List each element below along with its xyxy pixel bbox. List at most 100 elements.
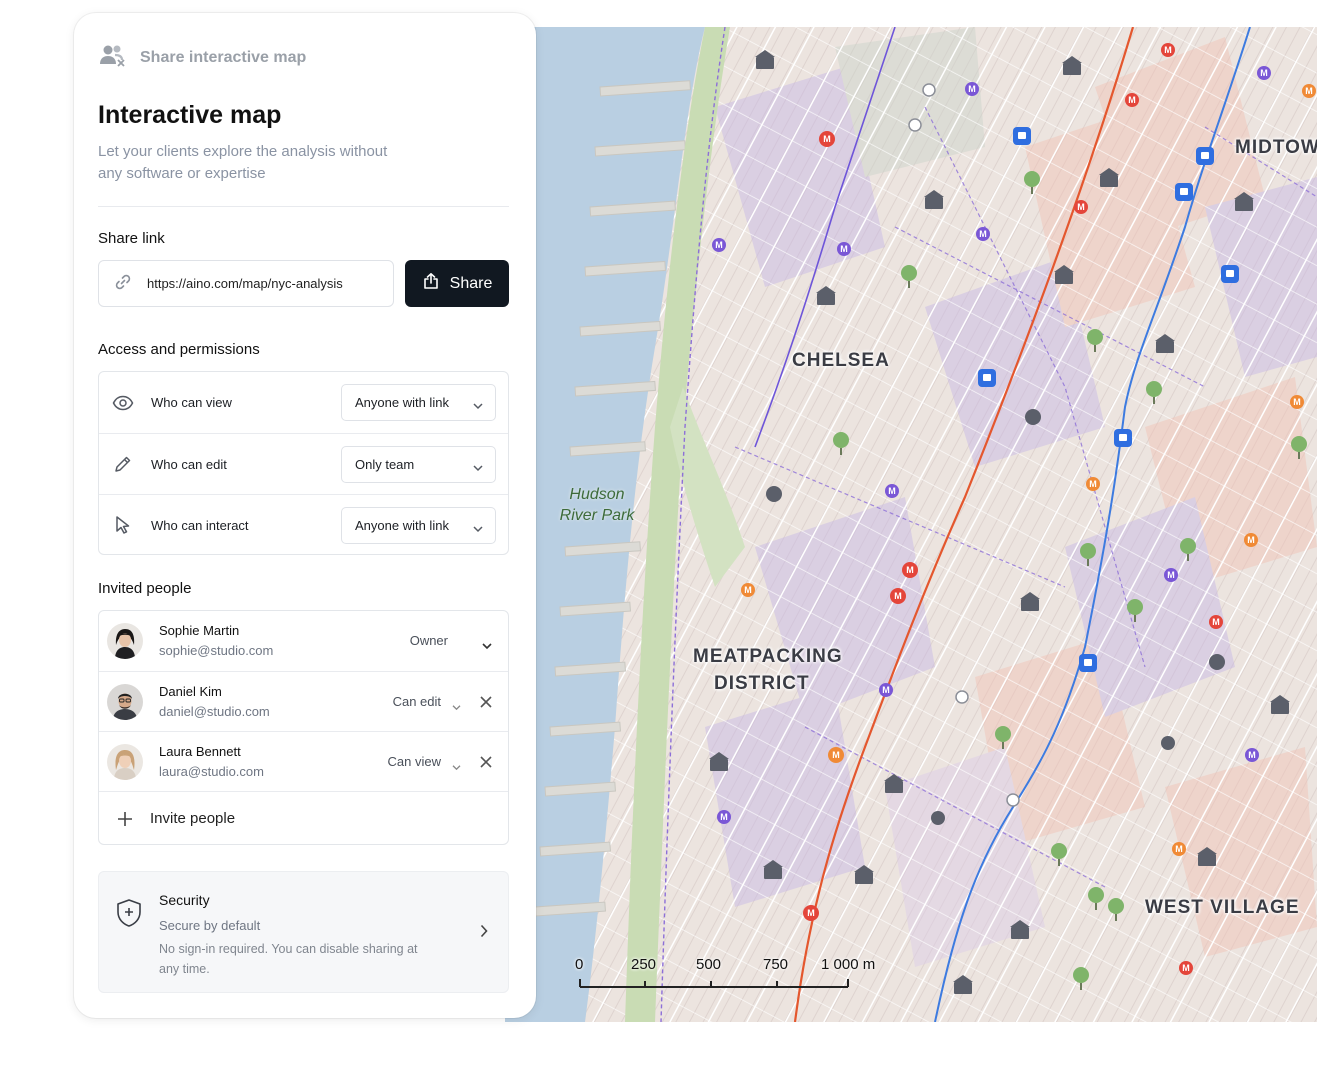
invited-people-list: Sophie Martin sophie@studio.com Owner Da… — [98, 610, 509, 845]
scale-label-750: 750 — [763, 956, 789, 973]
chevron-down-icon[interactable] — [451, 698, 462, 716]
permission-row-view: Who can view Anyone with link — [99, 372, 508, 433]
person-email: sophie@studio.com — [159, 643, 274, 658]
map-label-district: DISTRICT — [714, 673, 810, 694]
park-label-line-1: Hudson — [569, 486, 625, 503]
park-label-line-2: River Park — [559, 507, 635, 524]
person-email: daniel@studio.com — [159, 704, 270, 719]
role-select[interactable]: Can view — [388, 754, 441, 769]
cursor-icon — [111, 513, 135, 537]
security-subtitle: Secure by default — [159, 918, 261, 933]
map-label-chelsea: CHELSEA — [792, 350, 890, 371]
svg-text:M: M — [823, 134, 831, 144]
select-value: Anyone with link — [355, 395, 449, 410]
share-link-value: https://aino.com/map/nyc-analysis — [147, 276, 343, 291]
svg-text:M: M — [840, 244, 848, 254]
map-label-west-village: WEST VILLAGE — [1145, 897, 1300, 918]
svg-text:M: M — [1260, 68, 1268, 78]
select-value: Anyone with link — [355, 517, 449, 533]
avatar — [107, 744, 143, 780]
invite-people-button[interactable]: Invite people — [99, 791, 508, 846]
share-button[interactable]: Share — [405, 260, 509, 307]
svg-text:M: M — [832, 750, 840, 760]
share-link-field[interactable]: https://aino.com/map/nyc-analysis — [98, 260, 394, 307]
person-name: Daniel Kim — [159, 684, 222, 699]
link-icon — [113, 272, 133, 295]
permission-label: Who can edit — [151, 456, 227, 472]
remove-person-button[interactable] — [479, 695, 493, 714]
scale-label-1000: 1 000 m — [821, 956, 876, 973]
svg-text:M: M — [882, 685, 890, 695]
svg-text:M: M — [1212, 617, 1220, 627]
share-button-label: Share — [449, 274, 493, 292]
svg-text:M: M — [968, 84, 976, 94]
shield-icon — [116, 898, 142, 933]
users-icon — [98, 43, 126, 72]
chevron-down-icon — [472, 398, 484, 413]
chevron-down-icon — [472, 460, 484, 475]
svg-text:M: M — [1182, 963, 1190, 973]
svg-text:M: M — [1293, 397, 1301, 407]
chevron-down-icon[interactable] — [481, 637, 493, 655]
chevron-right-icon — [480, 924, 488, 943]
person-email: laura@studio.com — [159, 764, 264, 779]
remove-person-button[interactable] — [479, 755, 493, 774]
map-label-meatpacking: MEATPACKING — [693, 646, 843, 667]
map-label-hudson-river-park: Hudson River Park — [557, 484, 637, 526]
map-view[interactable]: M M M M M M M M M M M M M M M M M M M M … — [505, 27, 1317, 1022]
svg-text:M: M — [906, 565, 914, 575]
pencil-icon — [111, 452, 135, 476]
svg-text:M: M — [715, 240, 723, 250]
security-card[interactable]: Security Secure by default No sign-in re… — [98, 871, 509, 993]
svg-text:M: M — [888, 486, 896, 496]
svg-text:M: M — [1175, 844, 1183, 854]
eye-icon — [111, 391, 135, 415]
permission-row-interact: Who can interact Anyone with link — [99, 494, 508, 555]
map-label-midtown: MIDTOW — [1235, 137, 1317, 158]
svg-text:M: M — [807, 908, 815, 918]
person-name: Sophie Martin — [159, 623, 240, 638]
interact-permission-select[interactable]: Anyone with link — [341, 506, 496, 544]
share-panel: Share interactive map Interactive map Le… — [74, 13, 536, 1018]
chevron-down-icon[interactable] — [451, 758, 462, 776]
scale-label-0: 0 — [575, 956, 584, 973]
svg-text:M: M — [1167, 570, 1175, 580]
list-item: Sophie Martin sophie@studio.com Owner — [99, 611, 508, 671]
edit-permission-select[interactable]: Only team — [341, 445, 496, 483]
permission-label: Who can interact — [151, 517, 249, 533]
avatar — [107, 623, 143, 659]
svg-text:M: M — [894, 591, 902, 601]
svg-text:M: M — [1247, 535, 1255, 545]
chevron-down-icon — [472, 521, 484, 536]
svg-text:M: M — [1305, 86, 1313, 96]
role-select[interactable]: Can edit — [393, 694, 441, 709]
scale-label-500: 500 — [696, 956, 722, 973]
person-name: Laura Bennett — [159, 744, 241, 759]
panel-header-title: Share interactive map — [140, 48, 307, 66]
access-permissions-label: Access and permissions — [98, 341, 260, 358]
avatar — [107, 684, 143, 720]
permissions-list: Who can view Anyone with link Who can ed… — [98, 371, 509, 555]
svg-text:M: M — [1089, 479, 1097, 489]
plus-icon — [117, 811, 133, 832]
svg-text:M: M — [1248, 750, 1256, 760]
select-value: Only team — [355, 456, 415, 472]
page-title: Interactive map — [98, 101, 282, 129]
permission-row-edit: Who can edit Only team — [99, 433, 508, 494]
scale-label-250: 250 — [631, 956, 657, 973]
panel-header: Share interactive map — [98, 43, 306, 72]
list-item: Laura Bennett laura@studio.com Can view — [99, 731, 508, 791]
list-item: Daniel Kim daniel@studio.com Can edit — [99, 671, 508, 731]
share-link-label: Share link — [98, 230, 165, 247]
role-select[interactable]: Owner — [410, 633, 448, 648]
security-description: No sign-in required. You can disable sha… — [159, 942, 418, 976]
svg-text:M: M — [720, 812, 728, 822]
svg-text:M: M — [1164, 45, 1172, 55]
page-subtitle: Let your clients explore the analysis wi… — [98, 143, 388, 182]
svg-text:M: M — [1128, 95, 1136, 105]
invite-people-label: Invite people — [150, 810, 236, 827]
invited-people-label: Invited people — [98, 580, 192, 597]
security-title: Security — [159, 892, 210, 908]
view-permission-select[interactable]: Anyone with link — [341, 384, 496, 421]
divider — [98, 206, 509, 207]
